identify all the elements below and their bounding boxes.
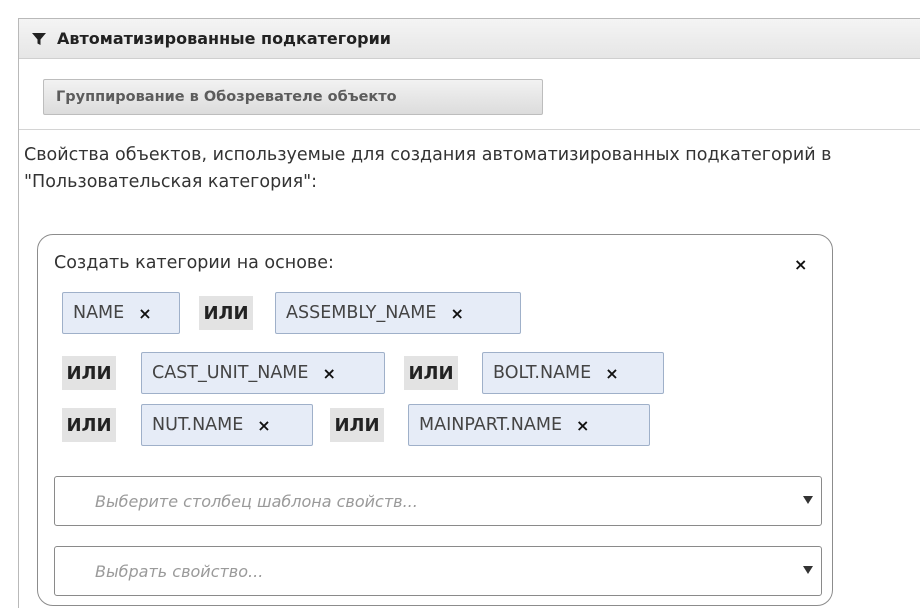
remove-tag-icon[interactable]: × (138, 304, 151, 323)
criteria-box: Создать категории на основе: × NAME × ИЛ… (37, 234, 833, 606)
dropdown-arrow-icon (803, 496, 813, 504)
tag-nut-name: NUT.NAME × (141, 404, 313, 446)
property-select-placeholder: Выбрать свойство... (95, 561, 264, 581)
tag-label: CAST_UNIT_NAME (152, 363, 309, 383)
or-label: ИЛИ (62, 408, 116, 442)
tag-mainpart-name: MAINPART.NAME × (408, 404, 650, 446)
remove-tag-icon[interactable]: × (450, 304, 463, 323)
group-in-object-browser-button[interactable]: Группирование в Обозревателе объекто (43, 79, 543, 115)
tag-label: BOLT.NAME (493, 363, 592, 383)
tag-label: NUT.NAME (152, 415, 244, 435)
or-label: ИЛИ (404, 356, 458, 390)
dropdown-arrow-icon (803, 566, 813, 574)
panel-title: Автоматизированные подкатегории (57, 29, 391, 48)
description-text: Свойства объектов, используемые для созд… (24, 145, 832, 192)
filter-icon (31, 31, 47, 47)
toolbar: Группирование в Обозревателе объекто (19, 59, 920, 130)
or-label: ИЛИ (330, 408, 384, 442)
remove-tag-icon[interactable]: × (322, 364, 335, 383)
tag-label: NAME (73, 303, 125, 323)
remove-tag-icon[interactable]: × (605, 364, 618, 383)
column-template-select[interactable]: Выберите столбец шаблона свойств... (54, 476, 822, 526)
tag-name: NAME × (62, 292, 180, 334)
remove-tag-icon[interactable]: × (257, 416, 270, 435)
remove-tag-icon[interactable]: × (576, 416, 589, 435)
tag-label: ASSEMBLY_NAME (286, 303, 437, 323)
or-label: ИЛИ (62, 356, 116, 390)
tag-bolt-name: BOLT.NAME × (482, 352, 664, 394)
tag-cast-unit-name: CAST_UNIT_NAME × (141, 352, 385, 394)
close-icon[interactable]: × (794, 255, 807, 274)
tag-label: MAINPART.NAME (419, 415, 563, 435)
criteria-title: Создать категории на основе: (54, 253, 334, 273)
or-label: ИЛИ (199, 296, 253, 330)
column-select-placeholder: Выберите столбец шаблона свойств... (95, 491, 418, 511)
property-select[interactable]: Выбрать свойство... (54, 546, 822, 596)
panel-header[interactable]: Автоматизированные подкатегории (19, 19, 920, 59)
tag-assembly-name: ASSEMBLY_NAME × (275, 292, 521, 334)
